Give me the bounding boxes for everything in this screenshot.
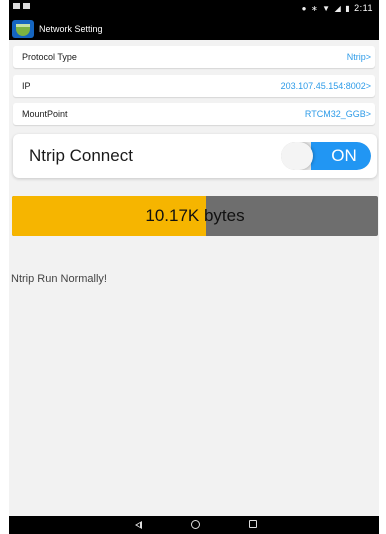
bluetooth-icon: ∗ xyxy=(310,3,319,13)
ip-label: IP xyxy=(22,81,31,91)
device-screen: ● ∗ ▼ ◢ ▮ 2:11 Network Setting Protocol … xyxy=(9,0,379,534)
clock: 2:11 xyxy=(354,3,373,13)
battery-icon: ▮ xyxy=(345,3,351,13)
toggle-knob[interactable] xyxy=(281,142,313,170)
ip-value[interactable]: 203.107.45.154:8002> xyxy=(281,81,371,91)
protocol-type-row[interactable]: Protocol Type Ntrip> xyxy=(13,46,375,68)
location-icon: ● xyxy=(301,3,307,13)
protocol-type-label: Protocol Type xyxy=(22,52,77,62)
back-icon[interactable] xyxy=(135,519,142,529)
mountpoint-label: MountPoint xyxy=(22,109,68,119)
app-title: Network Setting xyxy=(39,24,103,34)
ip-row[interactable]: IP 203.107.45.154:8002> xyxy=(13,75,375,97)
ntrip-connect-card: Ntrip Connect ON xyxy=(13,134,377,178)
notification-icon xyxy=(23,3,30,9)
status-icons: ● ∗ ▼ ◢ ▮ 2:11 xyxy=(302,3,373,13)
app-bar: Network Setting xyxy=(9,18,379,40)
bytes-received-text: 10.17K bytes xyxy=(145,206,245,225)
ntrip-connect-label: Ntrip Connect xyxy=(29,146,133,165)
status-message: Ntrip Run Normally! xyxy=(11,273,107,285)
bytes-progress-bar: 10.17K bytes xyxy=(12,196,378,236)
signal-icon: ◢ xyxy=(334,3,342,13)
mountpoint-row[interactable]: MountPoint RTCM32_GGB> xyxy=(13,103,375,125)
notification-icons xyxy=(13,3,30,9)
recent-apps-icon[interactable] xyxy=(249,519,257,528)
notification-icon xyxy=(13,3,20,9)
navigation-bar xyxy=(9,516,379,534)
home-icon[interactable] xyxy=(191,519,200,529)
protocol-type-value[interactable]: Ntrip> xyxy=(347,52,371,62)
app-logo-icon xyxy=(12,20,34,38)
status-bar: ● ∗ ▼ ◢ ▮ 2:11 xyxy=(9,0,379,18)
wifi-icon: ▼ xyxy=(322,3,331,13)
ntrip-connect-toggle[interactable]: ON xyxy=(281,142,371,170)
mountpoint-value[interactable]: RTCM32_GGB> xyxy=(305,109,371,119)
toggle-state-text: ON xyxy=(331,146,357,165)
